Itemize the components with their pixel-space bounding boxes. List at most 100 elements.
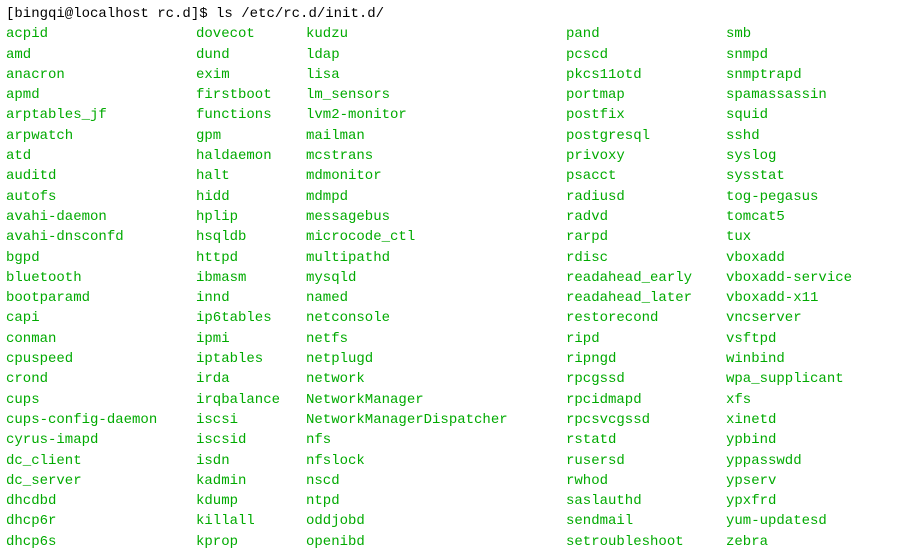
file-entry: irqbalance xyxy=(196,390,306,410)
file-entry: microcode_ctl xyxy=(306,227,566,247)
file-entry: httpd xyxy=(196,248,306,268)
file-entry: kdump xyxy=(196,491,306,511)
file-entry: ripngd xyxy=(566,349,726,369)
file-entry: apmd xyxy=(6,85,196,105)
file-entry: kudzu xyxy=(306,24,566,44)
file-entry: radiusd xyxy=(566,187,726,207)
file-entry: zebra xyxy=(726,532,852,552)
file-entry: spamassassin xyxy=(726,85,852,105)
file-entry: postfix xyxy=(566,105,726,125)
file-entry: vsftpd xyxy=(726,329,852,349)
file-entry: multipathd xyxy=(306,248,566,268)
file-entry: cpuspeed xyxy=(6,349,196,369)
file-entry: snmpd xyxy=(726,45,852,65)
file-entry: lisa xyxy=(306,65,566,85)
listing-column-4: pandpcscdpkcs11otdportmappostfixpostgres… xyxy=(566,24,726,552)
file-entry: isdn xyxy=(196,451,306,471)
file-entry: pcscd xyxy=(566,45,726,65)
file-entry: vncserver xyxy=(726,308,852,328)
file-entry: openibd xyxy=(306,532,566,552)
file-entry: tux xyxy=(726,227,852,247)
file-entry: cups xyxy=(6,390,196,410)
file-entry: readahead_early xyxy=(566,268,726,288)
file-entry: xinetd xyxy=(726,410,852,430)
file-entry: restorecond xyxy=(566,308,726,328)
file-entry: vboxadd-service xyxy=(726,268,852,288)
file-entry: dc_server xyxy=(6,471,196,491)
file-entry: killall xyxy=(196,511,306,531)
file-entry: setroubleshoot xyxy=(566,532,726,552)
file-entry: xfs xyxy=(726,390,852,410)
file-entry: kprop xyxy=(196,532,306,552)
file-entry: hidd xyxy=(196,187,306,207)
file-entry: vboxadd xyxy=(726,248,852,268)
file-entry: ipmi xyxy=(196,329,306,349)
file-entry: network xyxy=(306,369,566,389)
file-entry: acpid xyxy=(6,24,196,44)
file-entry: nfs xyxy=(306,430,566,450)
file-entry: haldaemon xyxy=(196,146,306,166)
file-entry: oddjobd xyxy=(306,511,566,531)
file-entry: radvd xyxy=(566,207,726,227)
file-entry: winbind xyxy=(726,349,852,369)
file-entry: arpwatch xyxy=(6,126,196,146)
file-entry: pkcs11otd xyxy=(566,65,726,85)
file-entry: dhcp6r xyxy=(6,511,196,531)
file-entry: tomcat5 xyxy=(726,207,852,227)
file-entry: sshd xyxy=(726,126,852,146)
file-entry: readahead_later xyxy=(566,288,726,308)
file-entry: yppasswdd xyxy=(726,451,852,471)
file-entry: irda xyxy=(196,369,306,389)
file-entry: rdisc xyxy=(566,248,726,268)
file-entry: auditd xyxy=(6,166,196,186)
file-entry: cups-config-daemon xyxy=(6,410,196,430)
file-entry: named xyxy=(306,288,566,308)
listing-column-5: smbsnmpdsnmptrapdspamassassinsquidsshdsy… xyxy=(726,24,852,552)
file-entry: rpcgssd xyxy=(566,369,726,389)
file-entry: ip6tables xyxy=(196,308,306,328)
file-entry: vboxadd-x11 xyxy=(726,288,852,308)
file-entry: gpm xyxy=(196,126,306,146)
file-entry: kadmin xyxy=(196,471,306,491)
file-entry: rusersd xyxy=(566,451,726,471)
file-entry: postgresql xyxy=(566,126,726,146)
file-entry: iscsi xyxy=(196,410,306,430)
file-entry: avahi-daemon xyxy=(6,207,196,227)
file-entry: iptables xyxy=(196,349,306,369)
file-entry: iscsid xyxy=(196,430,306,450)
file-entry: nscd xyxy=(306,471,566,491)
file-entry: mailman xyxy=(306,126,566,146)
file-entry: ypbind xyxy=(726,430,852,450)
file-entry: crond xyxy=(6,369,196,389)
file-entry: capi xyxy=(6,308,196,328)
file-entry: avahi-dnsconfd xyxy=(6,227,196,247)
file-entry: NetworkManager xyxy=(306,390,566,410)
file-entry: atd xyxy=(6,146,196,166)
file-entry: lm_sensors xyxy=(306,85,566,105)
file-entry: messagebus xyxy=(306,207,566,227)
file-entry: netfs xyxy=(306,329,566,349)
file-entry: psacct xyxy=(566,166,726,186)
file-entry: lvm2-monitor xyxy=(306,105,566,125)
file-entry: bgpd xyxy=(6,248,196,268)
file-entry: ypserv xyxy=(726,471,852,491)
file-entry: bluetooth xyxy=(6,268,196,288)
file-entry: wpa_supplicant xyxy=(726,369,852,389)
file-entry: hsqldb xyxy=(196,227,306,247)
file-entry: smb xyxy=(726,24,852,44)
file-entry: hplip xyxy=(196,207,306,227)
file-entry: functions xyxy=(196,105,306,125)
file-entry: anacron xyxy=(6,65,196,85)
file-entry: amd xyxy=(6,45,196,65)
file-entry: rpcsvcgssd xyxy=(566,410,726,430)
listing-column-1: acpidamdanacronapmdarptables_jfarpwatcha… xyxy=(6,24,196,552)
shell-prompt: [bingqi@localhost rc.d]$ ls /etc/rc.d/in… xyxy=(6,4,908,24)
file-entry: yum-updatesd xyxy=(726,511,852,531)
file-entry: ntpd xyxy=(306,491,566,511)
file-entry: dhcp6s xyxy=(6,532,196,552)
file-entry: saslauthd xyxy=(566,491,726,511)
file-entry: sysstat xyxy=(726,166,852,186)
file-entry: innd xyxy=(196,288,306,308)
file-entry: dhcdbd xyxy=(6,491,196,511)
file-entry: mdmpd xyxy=(306,187,566,207)
